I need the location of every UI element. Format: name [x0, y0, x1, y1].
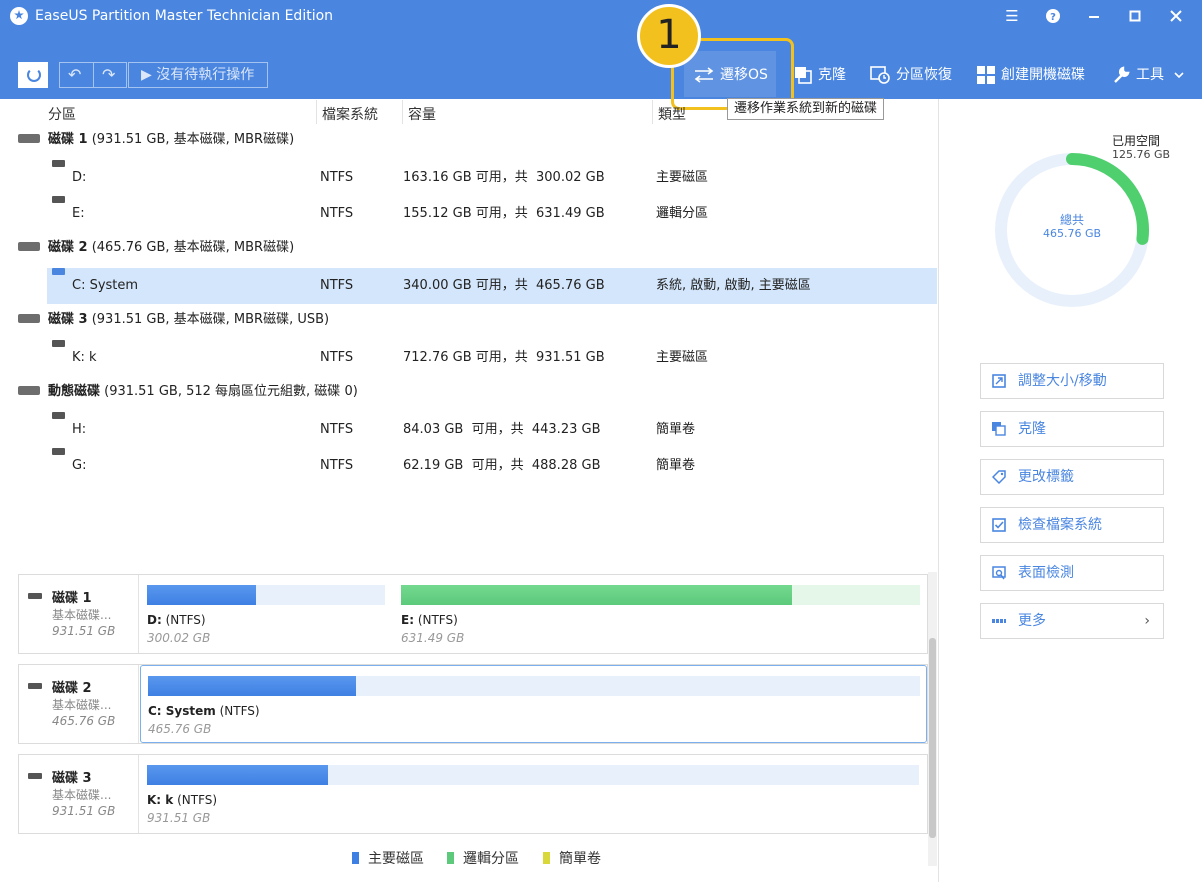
partition-icon — [52, 160, 65, 167]
chevron-right-icon: › — [1144, 613, 1150, 629]
disk-icon — [28, 773, 42, 779]
disk-map-card[interactable]: 磁碟 2 基本磁碟... 465.76 GB C: System (NTFS) … — [18, 664, 928, 744]
refresh-icon — [27, 68, 41, 82]
list-icon[interactable]: ☰ — [1000, 4, 1024, 28]
disk-row[interactable]: 磁碟 2 (465.76 GB, 基本磁碟, MBR磁碟) — [18, 234, 918, 262]
partition-row[interactable]: G: NTFS 62.19 GB 可用，共 488.28 GB 簡單卷 — [47, 448, 937, 484]
usage-bar-fill — [401, 585, 793, 605]
partition-recovery-button[interactable]: 分區恢復 — [870, 62, 952, 88]
usage-bar-fill — [147, 765, 329, 785]
partition-row[interactable]: E: NTFS 155.12 GB 可用，共 631.49 GB 邏輯分區 — [47, 196, 937, 232]
column-header-type[interactable]: 類型 — [658, 104, 686, 124]
disk-row[interactable]: 磁碟 1 (931.51 GB, 基本磁碟, MBR磁碟) — [18, 126, 918, 154]
windows-icon — [977, 66, 995, 84]
disk-map-card[interactable]: 磁碟 3 基本磁碟... 931.51 GB K: k (NTFS) 931.5… — [18, 754, 928, 834]
more-button[interactable]: 更多 › — [980, 603, 1164, 639]
usage-bar — [148, 676, 920, 696]
svg-text:?: ? — [1050, 12, 1056, 23]
legend-swatch — [447, 852, 454, 864]
partition-segment-e[interactable]: E: (NTFS) 631.49 GB — [394, 575, 927, 653]
disk-icon — [18, 242, 40, 251]
surface-test-button[interactable]: 表面檢測 — [980, 555, 1164, 591]
create-boot-disk-button[interactable]: 創建開機磁碟 — [977, 62, 1085, 88]
usage-bar — [147, 765, 919, 785]
tools-menu-button[interactable]: 工具 — [1112, 62, 1185, 88]
usage-bar — [147, 585, 385, 605]
change-label-button[interactable]: 更改標籤 — [980, 459, 1164, 495]
wrench-icon — [1114, 66, 1130, 83]
surface-test-icon — [992, 566, 1006, 580]
usage-bar — [401, 585, 920, 605]
resize-move-button[interactable]: 調整大小/移動 — [980, 363, 1164, 399]
partition-icon — [52, 196, 65, 203]
disk-map-info: 磁碟 3 基本磁碟... 931.51 GB — [19, 755, 139, 833]
legend-swatch — [543, 852, 550, 864]
partition-icon — [52, 340, 65, 347]
disk-map-card[interactable]: 磁碟 1 基本磁碟... 931.51 GB D: (NTFS) 300.02 … — [18, 574, 928, 654]
disk-row[interactable]: 動態磁碟 (931.51 GB, 512 每扇區位元組數, 磁碟 0) — [18, 378, 918, 406]
clone-icon — [795, 67, 812, 84]
check-filesystem-button[interactable]: 檢查檔案系統 — [980, 507, 1164, 543]
column-header-partition[interactable]: 分區 — [48, 104, 76, 124]
partition-segment-k[interactable]: K: k (NTFS) 931.51 GB — [140, 755, 927, 833]
undo-redo-group: ↶ ↷ — [59, 62, 127, 88]
disk-icon — [28, 683, 42, 689]
resize-icon — [992, 374, 1006, 388]
column-header-filesystem[interactable]: 檔案系統 — [322, 104, 378, 124]
partition-segment-d[interactable]: D: (NTFS) 300.02 GB — [140, 575, 393, 653]
legend-item-primary: 主要磁區 — [352, 848, 424, 868]
partition-icon — [52, 448, 65, 455]
legend-swatch — [352, 852, 359, 864]
close-icon[interactable] — [1164, 4, 1188, 28]
app-header: EaseUS Partition Master Technician Editi… — [0, 0, 1202, 110]
disk-map-scrollbar[interactable] — [928, 572, 937, 866]
play-icon: ▶ — [141, 67, 152, 83]
check-icon — [992, 518, 1006, 532]
legend-item-logical: 邏輯分區 — [447, 848, 519, 868]
clone-icon — [992, 422, 1006, 436]
more-icon — [992, 619, 1006, 623]
title-bar: EaseUS Partition Master Technician Editi… — [0, 0, 1202, 32]
disk-icon — [18, 134, 40, 143]
migrate-os-tooltip: 遷移作業系統到新的磁碟 — [727, 98, 885, 120]
usage-bar-fill — [147, 585, 256, 605]
app-logo-icon — [10, 7, 28, 25]
callout-number-badge: 1 — [637, 4, 701, 68]
partition-row[interactable]: H: NTFS 84.03 GB 可用，共 443.23 GB 簡單卷 — [47, 412, 937, 448]
system-partition-icon — [52, 268, 65, 275]
legend-item-simple: 簡單卷 — [543, 848, 601, 868]
disk-row[interactable]: 磁碟 3 (931.51 GB, 基本磁碟, MBR磁碟, USB) — [18, 306, 918, 334]
partition-row[interactable]: K: k NTFS 712.76 GB 可用，共 931.51 GB 主要磁區 — [47, 340, 937, 376]
partition-row[interactable]: D: NTFS 163.16 GB 可用，共 300.02 GB 主要磁區 — [47, 160, 937, 196]
chevron-down-icon — [1174, 72, 1185, 79]
disk-map-info: 磁碟 1 基本磁碟... 931.51 GB — [19, 575, 139, 653]
minimize-icon[interactable] — [1082, 4, 1106, 28]
redo-icon[interactable]: ↷ — [102, 65, 115, 84]
app-title: EaseUS Partition Master Technician Editi… — [35, 8, 334, 24]
partition-row-selected[interactable]: C: System NTFS 340.00 GB 可用，共 465.76 GB … — [47, 268, 937, 304]
help-icon[interactable]: ? — [1041, 4, 1065, 28]
clone-side-button[interactable]: 克隆 — [980, 411, 1164, 447]
usage-bar-fill — [148, 676, 357, 696]
disk-map-info: 磁碟 2 基本磁碟... 465.76 GB — [19, 665, 139, 743]
refresh-button[interactable] — [18, 62, 48, 88]
partition-icon — [52, 412, 65, 419]
used-space-label: 已用空間 — [1112, 134, 1161, 148]
disk-icon — [18, 386, 40, 395]
maximize-icon[interactable] — [1123, 4, 1147, 28]
column-header-capacity[interactable]: 容量 — [408, 104, 436, 124]
clone-button[interactable]: 克隆 — [794, 62, 846, 88]
pending-operations-button[interactable]: ▶ 沒有待執行操作 — [128, 62, 268, 88]
partition-segment-c-selected[interactable]: C: System (NTFS) 465.76 GB — [140, 665, 927, 743]
pending-label: 沒有待執行操作 — [156, 67, 255, 83]
recovery-icon — [870, 66, 890, 84]
total-value: 465.76 GB — [1042, 227, 1102, 240]
scrollbar-thumb[interactable] — [929, 638, 936, 838]
total-label: 總共 — [1059, 213, 1084, 227]
tag-icon — [992, 470, 1006, 484]
disk-icon — [28, 593, 42, 599]
undo-icon[interactable]: ↶ — [68, 65, 81, 84]
disk-icon — [18, 314, 40, 323]
